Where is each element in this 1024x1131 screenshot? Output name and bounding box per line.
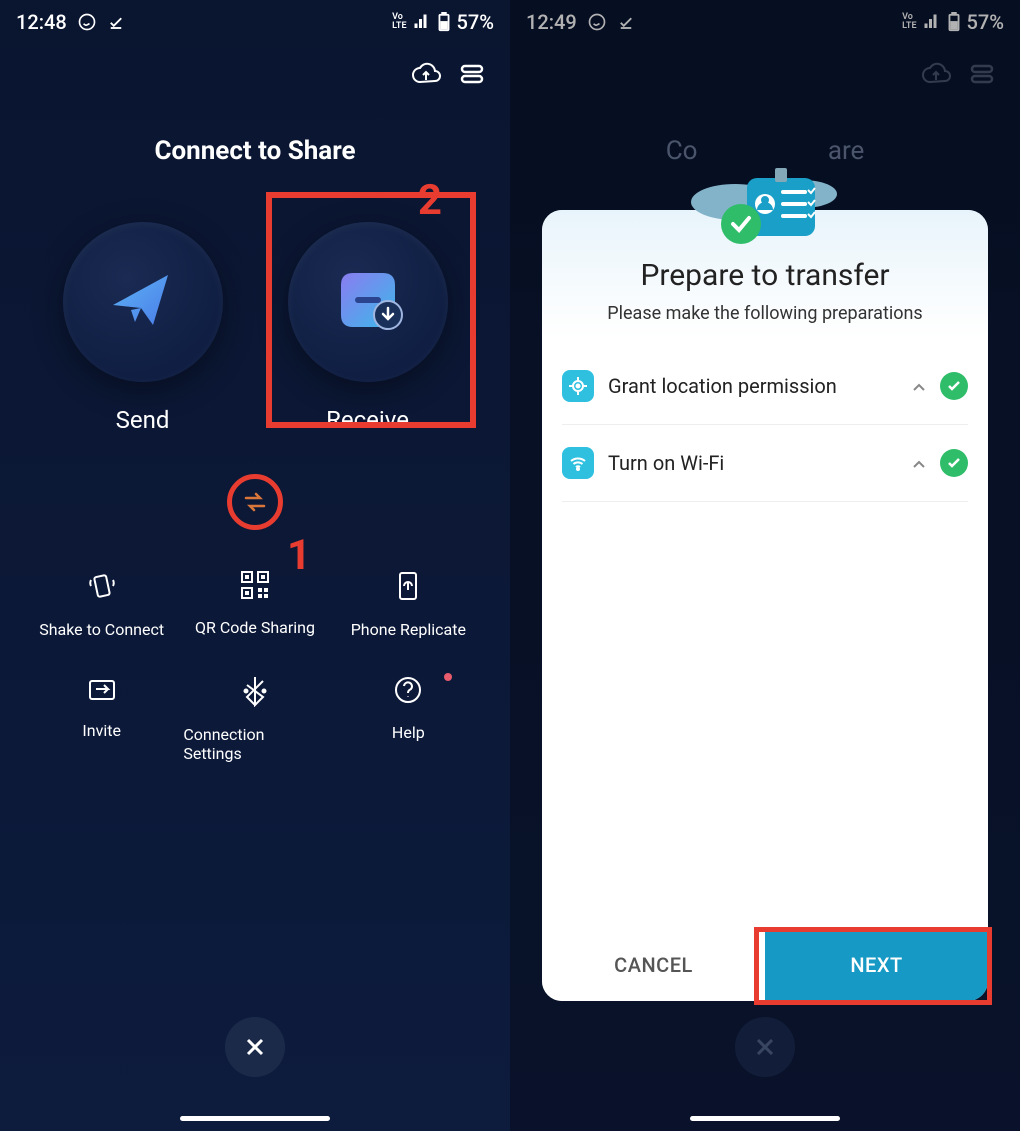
send-icon xyxy=(103,260,183,344)
cloud-icon[interactable] xyxy=(410,60,442,92)
download-done-icon xyxy=(107,13,125,31)
chevron-up-icon xyxy=(912,454,926,473)
help[interactable]: Help xyxy=(337,675,480,763)
invite-label: Invite xyxy=(82,721,121,740)
dialog-subtitle: Please make the following preparations xyxy=(562,303,968,324)
send-label: Send xyxy=(116,406,170,434)
prepare-transfer-dialog: Prepare to transfer Please make the foll… xyxy=(542,210,988,1001)
menu-icon[interactable] xyxy=(458,60,486,92)
settings-label: Connection Settings xyxy=(183,725,326,763)
location-icon xyxy=(562,370,594,402)
shake-to-connect[interactable]: Shake to Connect xyxy=(30,570,173,639)
battery-icon xyxy=(437,12,451,32)
close-button[interactable] xyxy=(225,1017,285,1077)
screen-right: 12:49 VoLTE 57% Connect to Share xyxy=(510,0,1020,1131)
cancel-button[interactable]: CANCEL xyxy=(542,929,765,1001)
shake-icon xyxy=(86,570,118,606)
close-icon xyxy=(754,1036,776,1058)
qr-icon xyxy=(240,570,270,604)
bluetooth-settings-icon xyxy=(242,675,268,711)
battery-percent: 57% xyxy=(457,10,494,34)
check-ok-icon xyxy=(940,449,968,477)
invite-icon xyxy=(86,675,118,707)
whatsapp-icon xyxy=(77,12,97,32)
connection-settings[interactable]: Connection Settings xyxy=(183,675,326,763)
status-time: 12:48 xyxy=(16,10,67,34)
phone-replicate[interactable]: Phone Replicate xyxy=(337,570,480,639)
help-label: Help xyxy=(392,723,425,742)
home-indicator[interactable] xyxy=(180,1116,330,1121)
swap-icon xyxy=(240,492,270,512)
close-button xyxy=(735,1017,795,1077)
qr-code-sharing[interactable]: QR Code Sharing xyxy=(183,570,326,639)
swap-button[interactable] xyxy=(227,474,283,530)
receive-button[interactable]: Receive xyxy=(288,222,448,434)
status-bar: 12:48 VoLTE 57% xyxy=(0,0,510,44)
signal-icon xyxy=(413,13,431,31)
check-wifi-label: Turn on Wi-Fi xyxy=(608,451,898,475)
replicate-icon xyxy=(394,570,422,606)
screen-left: 12:48 VoLTE 57% Connect to Share xyxy=(0,0,510,1131)
chevron-up-icon xyxy=(912,377,926,396)
check-item-wifi[interactable]: Turn on Wi-Fi xyxy=(562,425,968,502)
notification-dot xyxy=(444,673,452,681)
send-button[interactable]: Send xyxy=(63,222,223,434)
wifi-icon xyxy=(562,447,594,479)
check-item-location[interactable]: Grant location permission xyxy=(562,348,968,425)
dialog-badge-icon xyxy=(685,160,845,264)
qr-label: QR Code Sharing xyxy=(195,618,315,637)
volte-icon: VoLTE xyxy=(392,13,406,31)
home-indicator[interactable] xyxy=(690,1116,840,1121)
shake-label: Shake to Connect xyxy=(39,620,164,639)
help-icon xyxy=(393,675,423,709)
close-icon xyxy=(244,1036,266,1058)
replicate-label: Phone Replicate xyxy=(351,620,466,639)
invite[interactable]: Invite xyxy=(30,675,173,763)
annotation-highlight-next xyxy=(754,927,992,1005)
check-ok-icon xyxy=(940,372,968,400)
page-title: Connect to Share xyxy=(0,136,510,166)
annotation-highlight-receive xyxy=(266,192,476,428)
check-location-label: Grant location permission xyxy=(608,374,898,398)
